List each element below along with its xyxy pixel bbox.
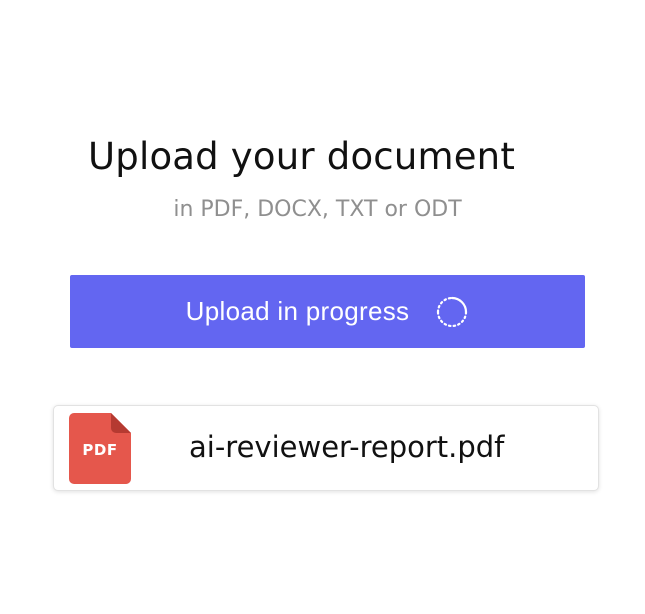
pdf-file-icon: PDF: [69, 413, 131, 484]
page-title: Upload your document: [88, 135, 516, 178]
upload-button[interactable]: Upload in progress: [70, 275, 585, 348]
loading-spinner-icon: [435, 295, 469, 329]
uploaded-file-card: PDF ai-reviewer-report.pdf: [53, 405, 599, 491]
file-type-badge: PDF: [82, 441, 118, 459]
upload-panel: Upload your document in PDF, DOCX, TXT o…: [0, 0, 645, 614]
upload-button-label: Upload in progress: [185, 296, 410, 326]
supported-formats-text: in PDF, DOCX, TXT or ODT: [173, 197, 462, 222]
file-name: ai-reviewer-report.pdf: [189, 430, 505, 464]
